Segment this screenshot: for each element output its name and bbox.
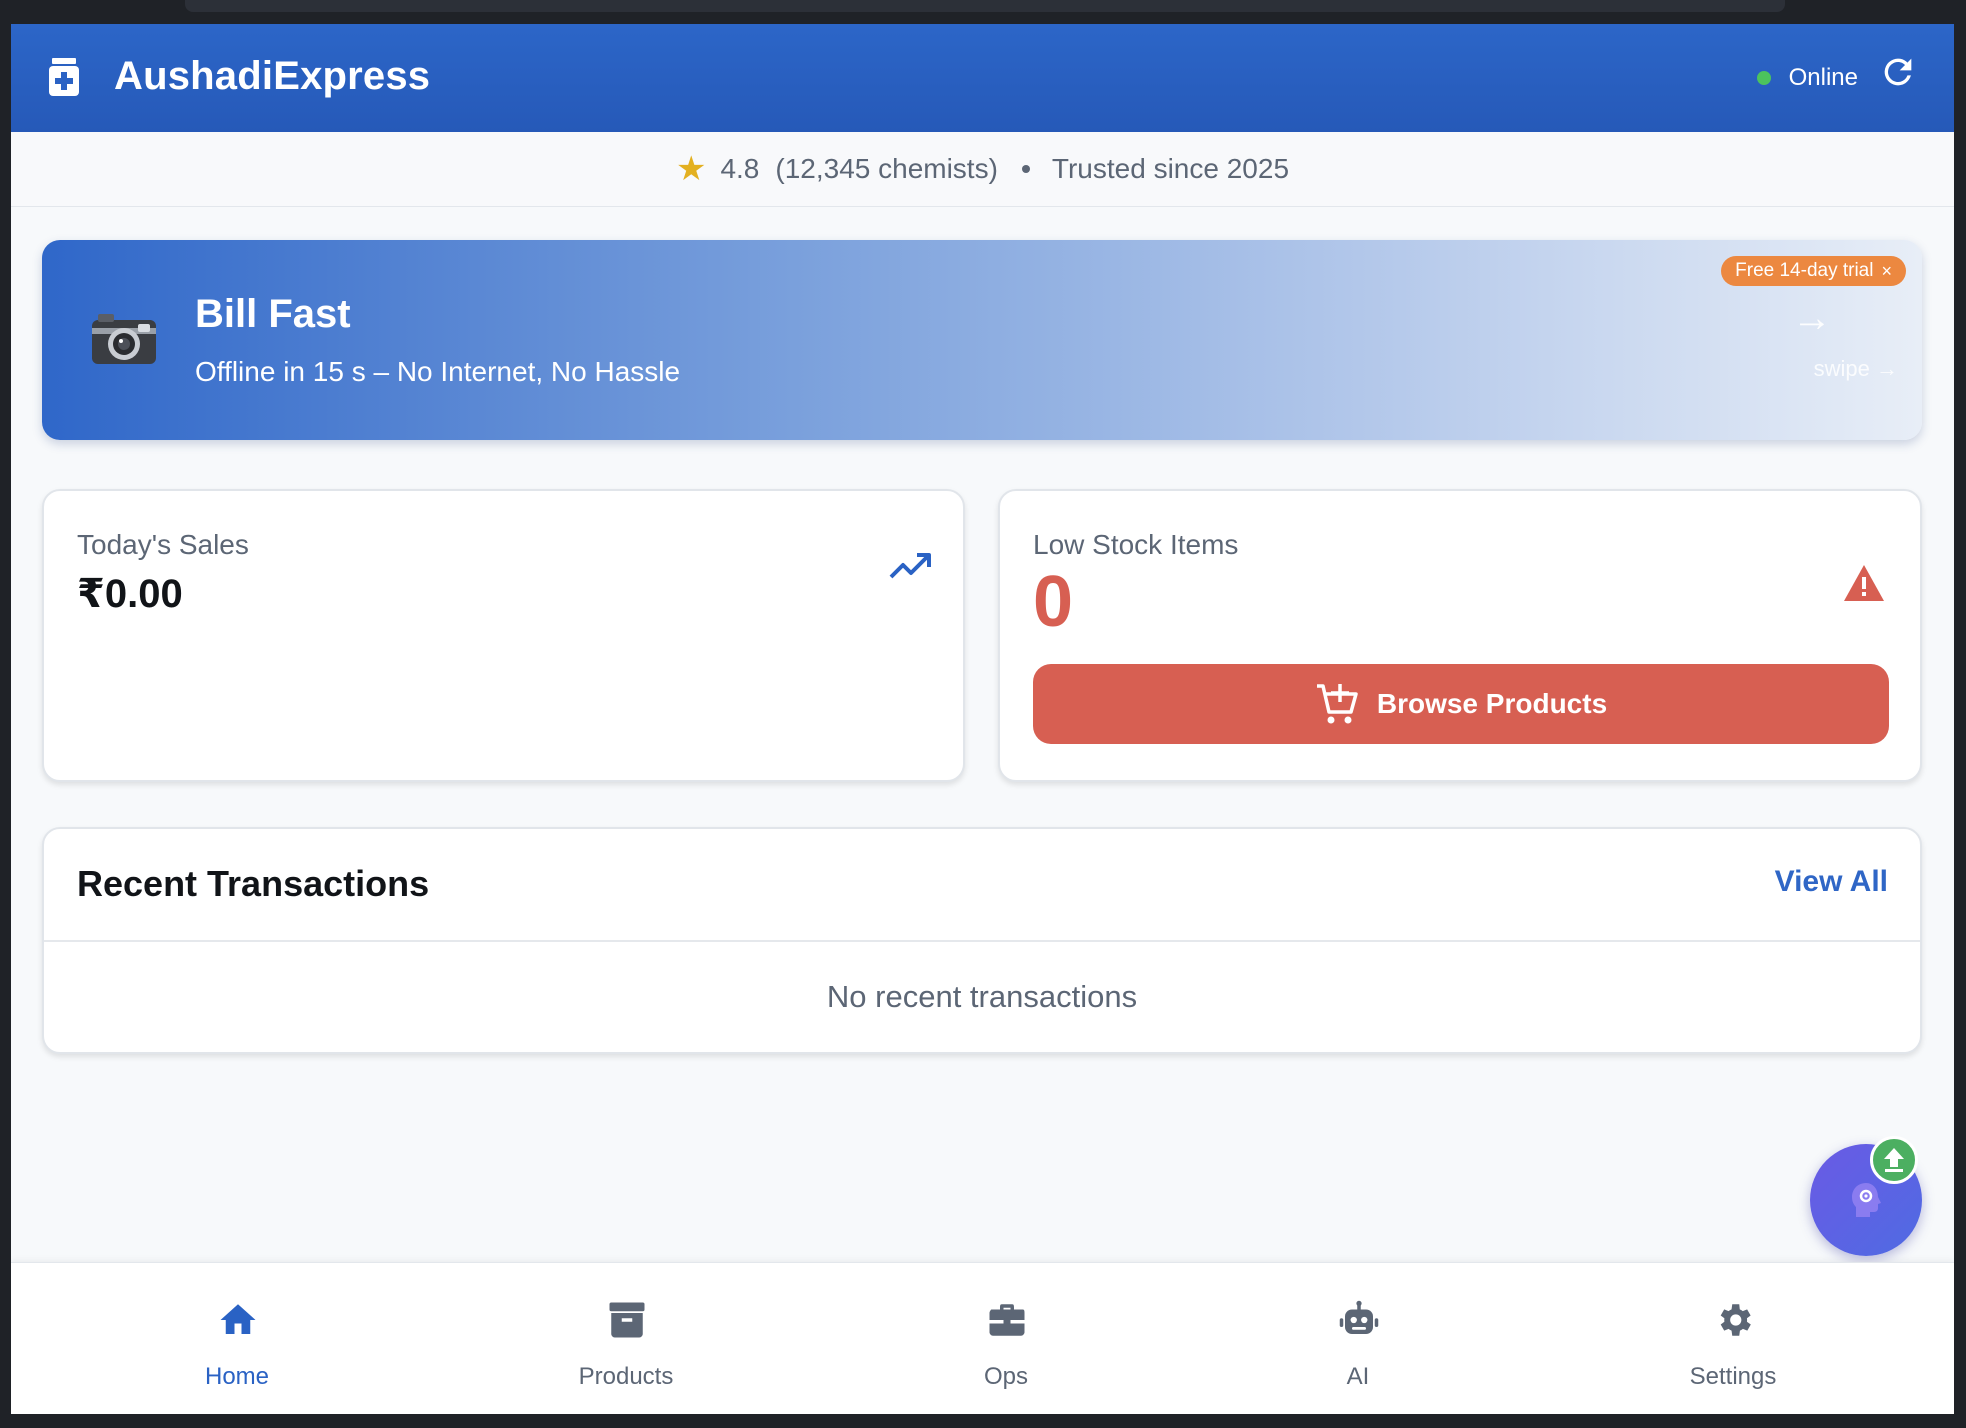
upload-icon bbox=[1884, 1148, 1904, 1172]
app-title: AushadiExpress bbox=[114, 54, 431, 98]
address-bar[interactable] bbox=[185, 0, 1785, 12]
sales-value: ₹0.00 bbox=[77, 572, 183, 616]
nav-settings-label: Settings bbox=[1689, 1363, 1777, 1390]
nav-ops-label: Ops bbox=[983, 1363, 1028, 1390]
view-all-link[interactable]: View All bbox=[1775, 865, 1888, 899]
rating-count: (12,345 chemists) bbox=[775, 153, 998, 184]
browse-products-label: Browse Products bbox=[1376, 688, 1608, 719]
trusted-since: Trusted since 2025 bbox=[1051, 153, 1290, 184]
promo-subtitle: Offline in 15 s – No Internet, No Hassle bbox=[195, 356, 681, 387]
close-icon[interactable]: × bbox=[1881, 261, 1892, 282]
sync-badge[interactable] bbox=[1870, 1136, 1918, 1184]
nav-settings[interactable]: Settings bbox=[1633, 1263, 1833, 1414]
recent-transactions-title: Recent Transactions bbox=[77, 863, 430, 904]
browse-products-button[interactable]: Browse Products bbox=[1033, 664, 1889, 744]
ai-head-icon bbox=[1852, 1183, 1881, 1217]
low-stock-label: Low Stock Items bbox=[1033, 529, 1239, 560]
bullet-separator bbox=[1021, 165, 1030, 173]
trending-up-icon bbox=[889, 553, 931, 579]
low-stock-count: 0 bbox=[1033, 562, 1074, 642]
rating-strip: ★ 4.8 (12,345 chemists) Trusted since 20… bbox=[11, 132, 1954, 207]
gear-icon bbox=[1720, 1304, 1751, 1336]
nav-ai-label: AI bbox=[1346, 1363, 1370, 1390]
todays-sales-card: Today's Sales ₹0.00 bbox=[42, 489, 965, 782]
refresh-icon[interactable] bbox=[1878, 52, 1918, 92]
sales-label: Today's Sales bbox=[77, 529, 249, 560]
briefcase-icon bbox=[989, 1304, 1025, 1336]
camera-icon bbox=[92, 314, 156, 364]
connection-status: Online bbox=[1756, 64, 1858, 92]
star-icon: ★ bbox=[675, 150, 707, 188]
rating-value: 4.8 bbox=[720, 153, 760, 184]
low-stock-card: Low Stock Items 0 Browse Products bbox=[998, 489, 1922, 782]
recent-transactions-card: Recent Transactions View All No recent t… bbox=[42, 827, 1922, 1054]
nav-ops[interactable]: Ops bbox=[906, 1263, 1106, 1414]
arrow-right-icon: → bbox=[1792, 296, 1832, 340]
trial-badge[interactable]: Free 14-day trial × bbox=[1721, 256, 1906, 286]
browser-bottom-edge bbox=[0, 1414, 1966, 1428]
promo-title: Bill Fast bbox=[195, 292, 351, 336]
cart-plus-icon bbox=[1316, 684, 1358, 724]
browser-top-bar bbox=[0, 0, 1966, 24]
nav-ai[interactable]: AI bbox=[1258, 1263, 1458, 1414]
trial-badge-label: Free 14-day trial bbox=[1735, 260, 1874, 281]
app-viewport: AushadiExpress Online ★ 4.8 (12,345 chem… bbox=[11, 24, 1954, 1414]
status-text: Online bbox=[1788, 64, 1858, 91]
status-dot bbox=[1756, 71, 1771, 85]
warning-icon bbox=[1844, 565, 1884, 601]
nav-products-label: Products bbox=[578, 1363, 674, 1390]
robot-icon bbox=[1339, 1300, 1379, 1334]
swipe-hint: swipe → bbox=[1813, 356, 1898, 381]
app-header: AushadiExpress Online bbox=[11, 24, 1954, 132]
nav-home[interactable]: Home bbox=[137, 1263, 337, 1414]
archive-box-icon bbox=[609, 1302, 645, 1338]
empty-state-text: No recent transactions bbox=[826, 979, 1138, 1014]
bottom-navigation: Home Products Ops AI Settings bbox=[11, 1262, 1954, 1414]
nav-products[interactable]: Products bbox=[526, 1263, 726, 1414]
medical-kit-icon bbox=[49, 58, 79, 96]
nav-home-label: Home bbox=[204, 1363, 270, 1390]
bill-fast-banner[interactable]: Bill Fast Offline in 15 s – No Internet,… bbox=[42, 240, 1922, 440]
home-icon bbox=[220, 1304, 256, 1334]
